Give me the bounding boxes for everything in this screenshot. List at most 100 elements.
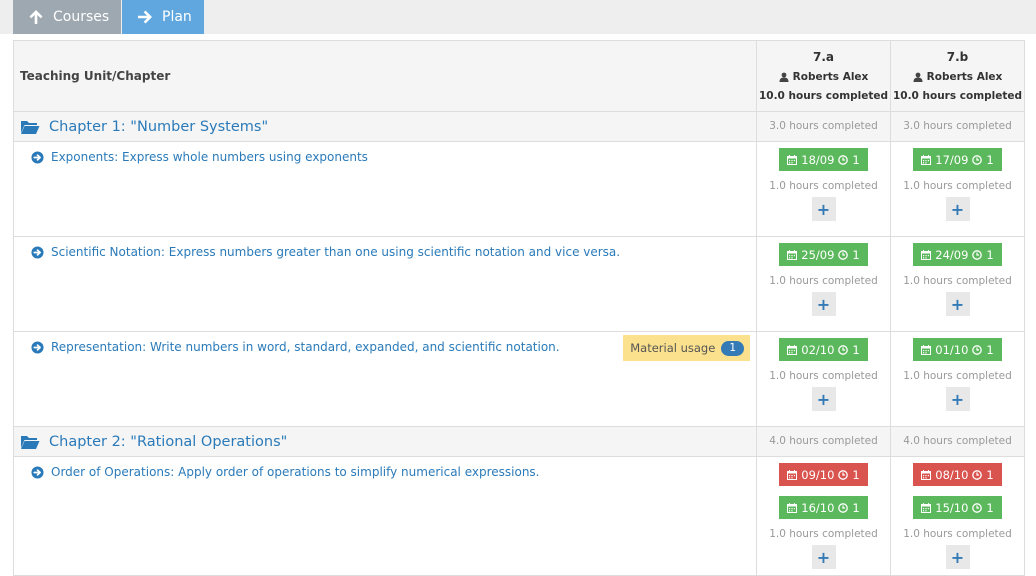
class-name: 7.b xyxy=(946,50,969,64)
clock-icon xyxy=(838,250,848,260)
add-lesson-button[interactable]: + xyxy=(811,545,836,569)
lesson-cell: Scientific Notation: Express numbers gre… xyxy=(13,236,757,332)
class-lesson-cell: 17/09 1 1.0 hours completed + xyxy=(890,141,1025,237)
class-name: 7.a xyxy=(812,50,834,64)
chapter-title[interactable]: Chapter 2: "Rational Operations" xyxy=(14,427,756,456)
calendar-icon xyxy=(787,155,797,165)
clock-icon xyxy=(838,345,848,355)
calendar-icon xyxy=(787,470,797,480)
lesson-count: 1 xyxy=(852,500,860,515)
lesson-cell: Order of Operations: Apply order of oper… xyxy=(13,456,757,576)
lesson-count: 1 xyxy=(852,247,860,262)
add-lesson-button[interactable]: + xyxy=(945,545,970,569)
lesson-date: 01/10 xyxy=(935,342,969,357)
teacher-name: Roberts Alex xyxy=(926,71,1003,83)
lesson-count: 1 xyxy=(986,152,994,167)
add-lesson-button[interactable]: + xyxy=(945,197,970,221)
date-list: 18/09 1 xyxy=(757,148,890,171)
lesson-count: 1 xyxy=(986,467,994,482)
chapter-title-text: Chapter 1: "Number Systems" xyxy=(49,118,269,135)
lesson-date: 18/09 xyxy=(801,152,835,167)
chapter-row: Chapter 1: "Number Systems" 3.0 hours co… xyxy=(13,111,1025,142)
lesson-row: Exponents: Express whole numbers using e… xyxy=(13,141,1025,237)
lesson-link[interactable]: Scientific Notation: Express numbers gre… xyxy=(14,237,756,259)
add-lesson-button[interactable]: + xyxy=(811,387,836,411)
add-lesson-button[interactable]: + xyxy=(945,387,970,411)
lesson-date-button[interactable]: 24/09 1 xyxy=(913,243,1002,266)
date-list: 02/10 1 xyxy=(757,338,890,361)
lesson-row: Order of Operations: Apply order of oper… xyxy=(13,456,1025,576)
unit-column-header: Teaching Unit/Chapter xyxy=(13,40,757,112)
arrow-circle-right-icon xyxy=(31,246,44,259)
table-header-row: Teaching Unit/Chapter 7.a Roberts Alex 1… xyxy=(13,40,1025,112)
lesson-date: 25/09 xyxy=(801,247,835,262)
class-column-header: 7.b Roberts Alex 10.0 hours completed xyxy=(890,40,1025,112)
chapter-hours: 3.0 hours completed xyxy=(890,111,1025,142)
courses-nav-label: Courses xyxy=(53,9,110,25)
class-lesson-cell: 24/09 1 1.0 hours completed + xyxy=(890,236,1025,332)
lesson-title-text: Exponents: Express whole numbers using e… xyxy=(51,150,368,164)
clock-icon xyxy=(838,155,848,165)
clock-icon xyxy=(972,503,982,513)
material-count-badge: 1 xyxy=(721,340,744,356)
lesson-date: 02/10 xyxy=(801,342,835,357)
lesson-title-text: Scientific Notation: Express numbers gre… xyxy=(51,245,621,259)
clock-icon xyxy=(972,250,982,260)
lesson-cell: Representation: Write numbers in word, s… xyxy=(13,331,757,427)
courses-nav-button[interactable]: Courses xyxy=(13,0,121,34)
add-lesson-button[interactable]: + xyxy=(945,292,970,316)
lesson-date-button[interactable]: 15/10 1 xyxy=(913,496,1002,519)
lesson-row: Representation: Write numbers in word, s… xyxy=(13,331,1025,427)
clock-icon xyxy=(972,470,982,480)
lesson-date: 08/10 xyxy=(935,467,969,482)
lesson-link[interactable]: Order of Operations: Apply order of oper… xyxy=(14,457,756,479)
clock-icon xyxy=(972,345,982,355)
lesson-count: 1 xyxy=(986,500,994,515)
class-lesson-cell: 08/10 1 15/10 1 1.0 hours completed + xyxy=(890,456,1025,576)
arrow-right-icon xyxy=(138,10,152,24)
lesson-hours: 1.0 hours completed xyxy=(769,180,878,192)
lesson-date-button[interactable]: 17/09 1 xyxy=(913,148,1002,171)
chapter-cell: Chapter 2: "Rational Operations" xyxy=(13,426,757,457)
calendar-icon xyxy=(787,503,797,513)
lesson-date: 09/10 xyxy=(801,467,835,482)
add-lesson-button[interactable]: + xyxy=(811,292,836,316)
lesson-hours: 1.0 hours completed xyxy=(769,275,878,287)
chapter-title[interactable]: Chapter 1: "Number Systems" xyxy=(14,112,756,141)
calendar-icon xyxy=(921,470,931,480)
class-lesson-cell: 01/10 1 1.0 hours completed + xyxy=(890,331,1025,427)
calendar-icon xyxy=(921,345,931,355)
lesson-date-button[interactable]: 16/10 1 xyxy=(779,496,868,519)
user-icon xyxy=(913,72,923,82)
date-list: 25/09 1 xyxy=(757,243,890,266)
lesson-hours: 1.0 hours completed xyxy=(903,275,1012,287)
lesson-date-button[interactable]: 02/10 1 xyxy=(779,338,868,361)
date-list: 09/10 1 16/10 1 xyxy=(757,463,890,519)
folder-open-icon xyxy=(20,119,40,135)
add-lesson-button[interactable]: + xyxy=(811,197,836,221)
lesson-hours: 1.0 hours completed xyxy=(903,370,1012,382)
teacher-name: Roberts Alex xyxy=(792,71,869,83)
class-lesson-cell: 25/09 1 1.0 hours completed + xyxy=(756,236,891,332)
plan-nav-label: Plan xyxy=(162,9,192,25)
class-teacher: Roberts Alex xyxy=(757,71,890,83)
chapter-row: Chapter 2: "Rational Operations" 4.0 hou… xyxy=(13,426,1025,457)
lesson-count: 1 xyxy=(986,247,994,262)
clock-icon xyxy=(838,470,848,480)
clock-icon xyxy=(972,155,982,165)
lesson-date-button[interactable]: 08/10 1 xyxy=(913,463,1002,486)
lesson-date-button[interactable]: 25/09 1 xyxy=(779,243,868,266)
date-list: 08/10 1 15/10 1 xyxy=(891,463,1024,519)
lesson-date-button[interactable]: 01/10 1 xyxy=(913,338,1002,361)
lesson-date-button[interactable]: 09/10 1 xyxy=(779,463,868,486)
lesson-count: 1 xyxy=(852,342,860,357)
lesson-link[interactable]: Exponents: Express whole numbers using e… xyxy=(14,142,756,164)
calendar-icon xyxy=(787,250,797,260)
arrow-circle-right-icon xyxy=(31,341,44,354)
lesson-hours: 1.0 hours completed xyxy=(769,370,878,382)
material-usage-button[interactable]: Material usage 1 xyxy=(623,335,750,361)
date-list: 24/09 1 xyxy=(891,243,1024,266)
lesson-date: 15/10 xyxy=(935,500,969,515)
plan-nav-button[interactable]: Plan xyxy=(122,0,204,34)
lesson-date-button[interactable]: 18/09 1 xyxy=(779,148,868,171)
